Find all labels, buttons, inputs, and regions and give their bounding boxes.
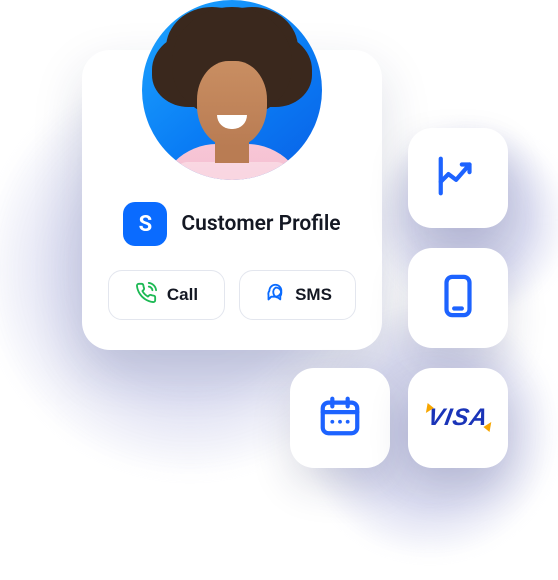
profile-title: Customer Profile xyxy=(181,212,340,236)
avatar-person xyxy=(142,0,322,180)
customer-profile-card: S Customer Profile Call SMS xyxy=(82,50,382,350)
avatar xyxy=(142,0,322,180)
chat-icon xyxy=(263,282,285,309)
badge-letter: S xyxy=(139,212,153,237)
s-badge-icon: S xyxy=(123,202,167,246)
profile-title-row: S Customer Profile xyxy=(108,202,356,246)
call-label: Call xyxy=(167,285,198,305)
calendar-tile[interactable] xyxy=(290,368,390,468)
action-row: Call SMS xyxy=(108,270,356,320)
call-button[interactable]: Call xyxy=(108,270,225,320)
chart-tile[interactable] xyxy=(408,128,508,228)
sms-button[interactable]: SMS xyxy=(239,270,356,320)
mobile-icon xyxy=(435,273,481,323)
calendar-icon xyxy=(317,393,363,443)
visa-tile[interactable]: VISA xyxy=(408,368,508,468)
sms-label: SMS xyxy=(295,285,332,305)
mobile-tile[interactable] xyxy=(408,248,508,348)
chart-up-icon xyxy=(435,153,481,203)
visa-logo: VISA xyxy=(426,404,491,432)
phone-icon xyxy=(135,282,157,309)
